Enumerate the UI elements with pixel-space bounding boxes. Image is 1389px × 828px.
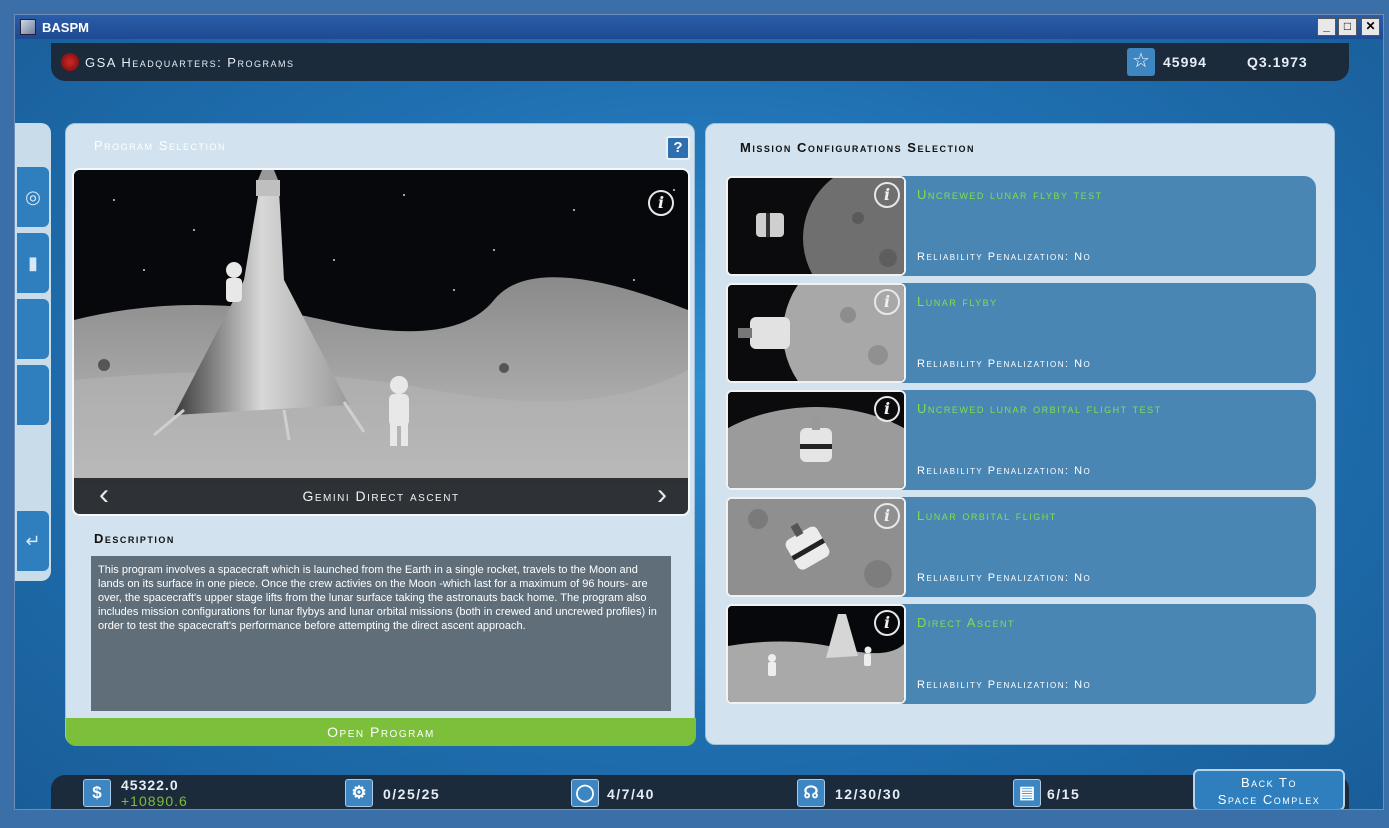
game-date: Q3.1973	[1247, 54, 1308, 70]
back-button-line2: Space Complex	[1217, 792, 1321, 807]
navigation-icon[interactable]: ◎	[17, 167, 49, 227]
program-selection-panel: Program Selection ? i ‹ Gemini Direct as…	[65, 123, 696, 746]
mission-name: Lunar orbital flight	[917, 508, 1057, 523]
program-selection-title: Program Selection	[94, 138, 226, 153]
mission-info-icon[interactable]: i	[874, 289, 900, 315]
building-icon[interactable]: ▮	[17, 233, 49, 293]
mission-name: Uncrewed lunar orbital flight test	[917, 401, 1162, 416]
gear-icon[interactable]: ⚙	[345, 779, 373, 807]
minimize-button[interactable]: _	[1317, 18, 1336, 36]
capsules-value: 4/7/40	[607, 786, 655, 802]
back-button-line1: Back To	[1241, 775, 1297, 790]
back-to-space-complex-button[interactable]: Back To Space Complex	[1193, 769, 1345, 809]
gsa-logo-icon	[61, 53, 79, 71]
program-info-icon[interactable]: i	[648, 190, 674, 216]
mission-info-icon[interactable]: i	[874, 503, 900, 529]
mission-name: Lunar flyby	[917, 294, 998, 309]
description-title: Description	[94, 531, 175, 546]
folder-icon[interactable]: ▤	[1013, 779, 1041, 807]
astronauts-value: 12/30/30	[835, 786, 902, 802]
mission-item-lunar-orbital[interactable]: i Lunar orbital flight Reliability Penal…	[726, 497, 1316, 597]
prestige-points: 45994	[1163, 54, 1207, 70]
top-header: GSA Headquarters: Programs ☆ 45994 Q3.19…	[51, 43, 1349, 81]
window-title: BASPM	[42, 20, 89, 35]
next-program-arrow[interactable]: ›	[644, 478, 680, 514]
mission-reliability: Reliability Penalization: No	[917, 358, 1092, 370]
mission-item-uncrewed-orbital[interactable]: i Uncrewed lunar orbital flight test Rel…	[726, 390, 1316, 490]
sidebar-button-4[interactable]	[17, 365, 49, 425]
help-button[interactable]: ?	[666, 136, 690, 160]
mission-info-icon[interactable]: i	[874, 182, 900, 208]
star-icon[interactable]: ☆	[1127, 48, 1155, 76]
mission-configurations-panel: Mission Configurations Selection i Uncre…	[705, 123, 1335, 745]
mission-info-icon[interactable]: i	[874, 396, 900, 422]
mission-configurations-title: Mission Configurations Selection	[740, 140, 975, 155]
headset-icon[interactable]: ☊	[797, 779, 825, 807]
mission-item-direct-ascent[interactable]: i Direct Ascent Reliability Penalization…	[726, 604, 1316, 704]
sidebar-button-3[interactable]	[17, 299, 49, 359]
mission-reliability: Reliability Penalization: No	[917, 251, 1092, 263]
game-client: GSA Headquarters: Programs ☆ 45994 Q3.19…	[15, 39, 1383, 809]
funds-value: 45322.0	[121, 777, 179, 793]
close-button[interactable]: ✕	[1361, 18, 1380, 36]
status-bar: $ 45322.0 +10890.6 ⚙ 0/25/25 ◯ 4/7/40 ☊ …	[51, 775, 1349, 809]
program-name: Gemini Direct ascent	[302, 488, 460, 504]
programs-value: 6/15	[1047, 786, 1081, 802]
mission-item-lunar-flyby[interactable]: i Lunar flyby Reliability Penalization: …	[726, 283, 1316, 383]
mission-reliability: Reliability Penalization: No	[917, 465, 1092, 477]
page-title: GSA Headquarters: Programs	[85, 55, 295, 70]
window-titlebar: BASPM _ □ ✕	[15, 15, 1383, 39]
mission-info-icon[interactable]: i	[874, 610, 900, 636]
facilities-value: 0/25/25	[383, 786, 441, 802]
funds-icon[interactable]: $	[83, 779, 111, 807]
program-caption-bar: ‹ Gemini Direct ascent ›	[74, 478, 688, 514]
capsule-icon[interactable]: ◯	[571, 779, 599, 807]
app-icon	[20, 19, 36, 35]
mission-name: Uncrewed lunar flyby test	[917, 187, 1103, 202]
program-image: i ‹ Gemini Direct ascent ›	[72, 168, 690, 516]
mission-item-uncrewed-flyby[interactable]: i Uncrewed lunar flyby test Reliability …	[726, 176, 1316, 276]
mission-reliability: Reliability Penalization: No	[917, 572, 1092, 584]
maximize-button[interactable]: □	[1338, 18, 1357, 36]
mission-name: Direct Ascent	[917, 615, 1015, 630]
mission-reliability: Reliability Penalization: No	[917, 679, 1092, 691]
prev-program-arrow[interactable]: ‹	[86, 478, 122, 514]
app-window: BASPM _ □ ✕ GSA Headquarters: Programs ☆…	[14, 14, 1384, 810]
income-value: +10890.6	[121, 793, 188, 809]
return-icon[interactable]: ↵	[17, 511, 49, 571]
description-text: This program involves a spacecraft which…	[91, 556, 671, 711]
lunar-landing-illustration	[74, 170, 688, 514]
left-sidebar: ◎ ▮ ↵	[15, 123, 51, 581]
open-program-button[interactable]: Open Program	[66, 718, 696, 746]
